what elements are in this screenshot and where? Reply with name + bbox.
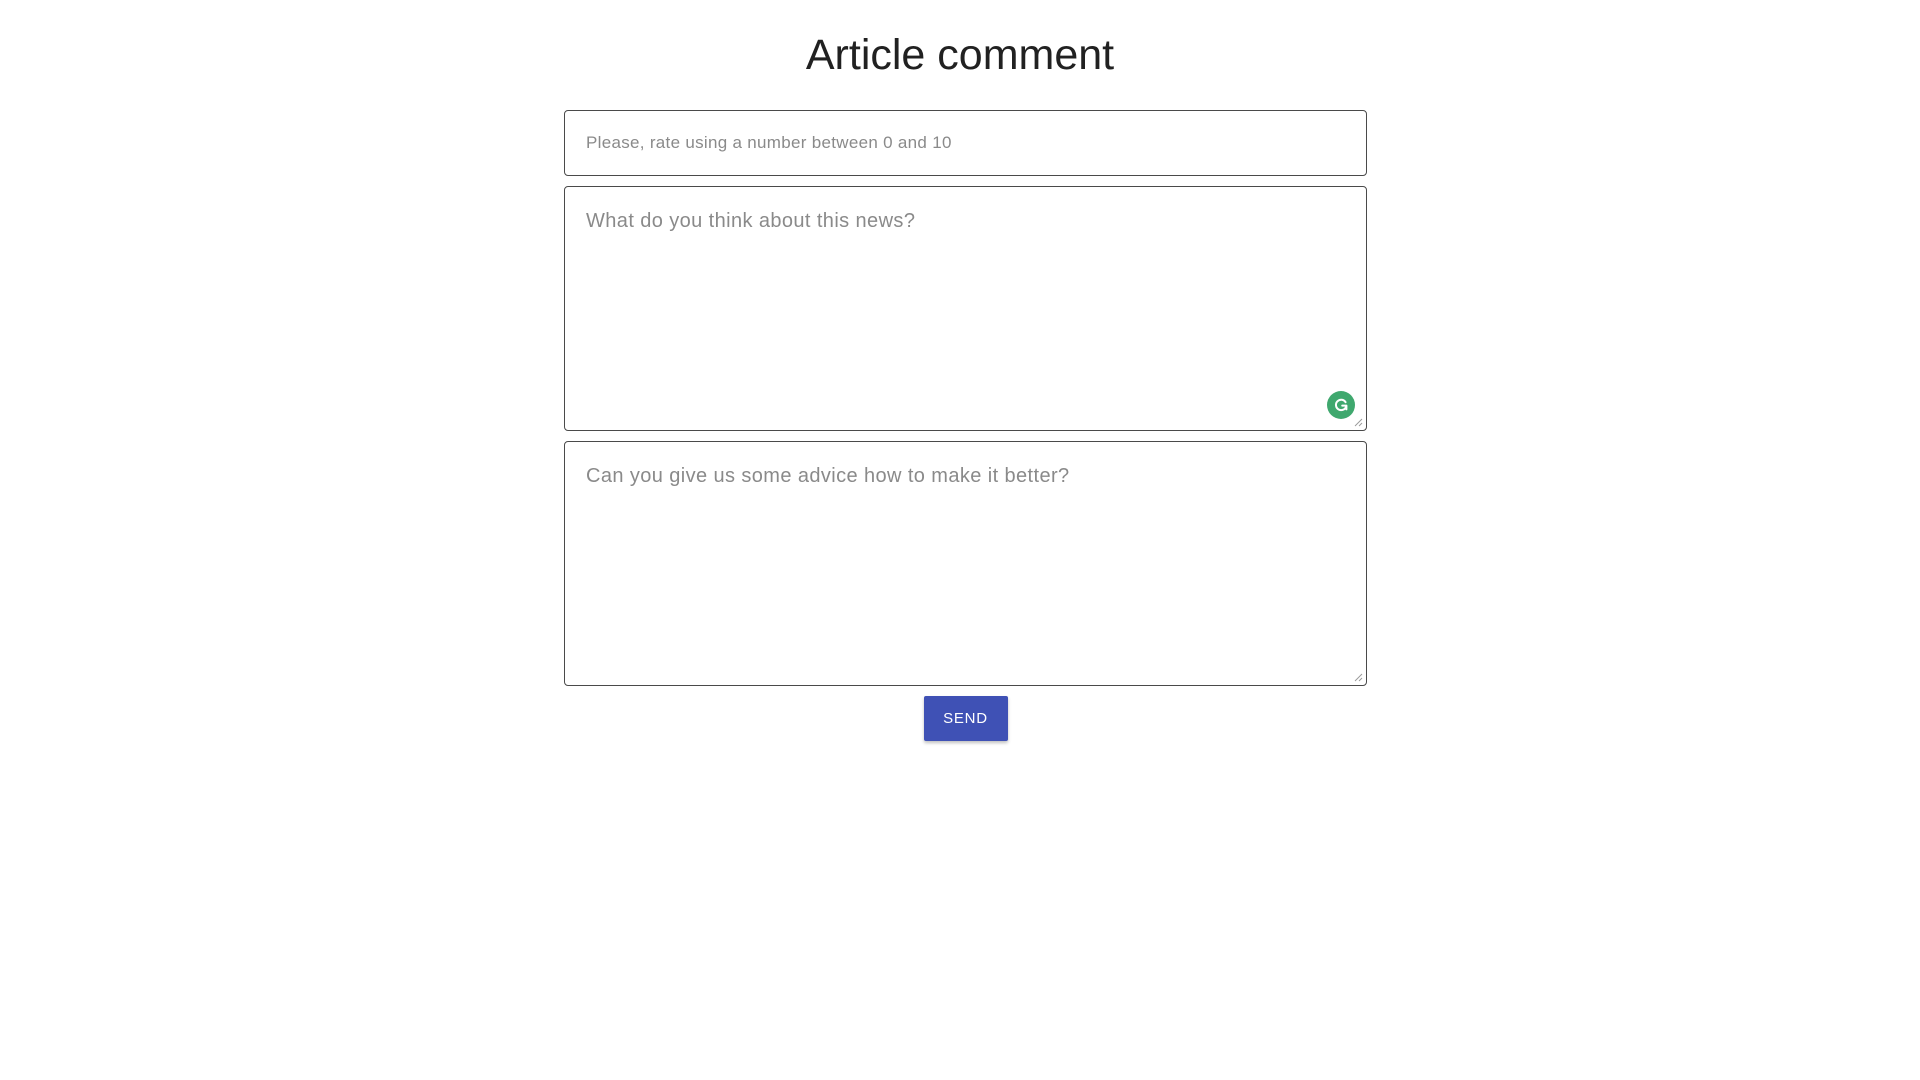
grammarly-icon[interactable] (1327, 391, 1355, 419)
rating-field-container (564, 110, 1367, 176)
page-title: Article comment (805, 31, 1115, 79)
opinion-textarea[interactable] (565, 187, 1366, 430)
advice-field-container (564, 441, 1367, 686)
advice-textarea[interactable] (565, 442, 1366, 685)
rating-input[interactable] (565, 111, 1366, 175)
resize-handle-icon[interactable] (1354, 418, 1363, 427)
send-button[interactable]: SEND (923, 696, 1008, 741)
comment-form: SEND (564, 110, 1367, 741)
article-comment-page: Article comment Please, rate using a num… (0, 0, 1920, 1080)
grammarly-g-glyph-icon (1335, 398, 1348, 412)
resize-handle-icon[interactable] (1354, 673, 1363, 682)
opinion-field-container (564, 186, 1367, 431)
form-actions: SEND (564, 696, 1367, 741)
